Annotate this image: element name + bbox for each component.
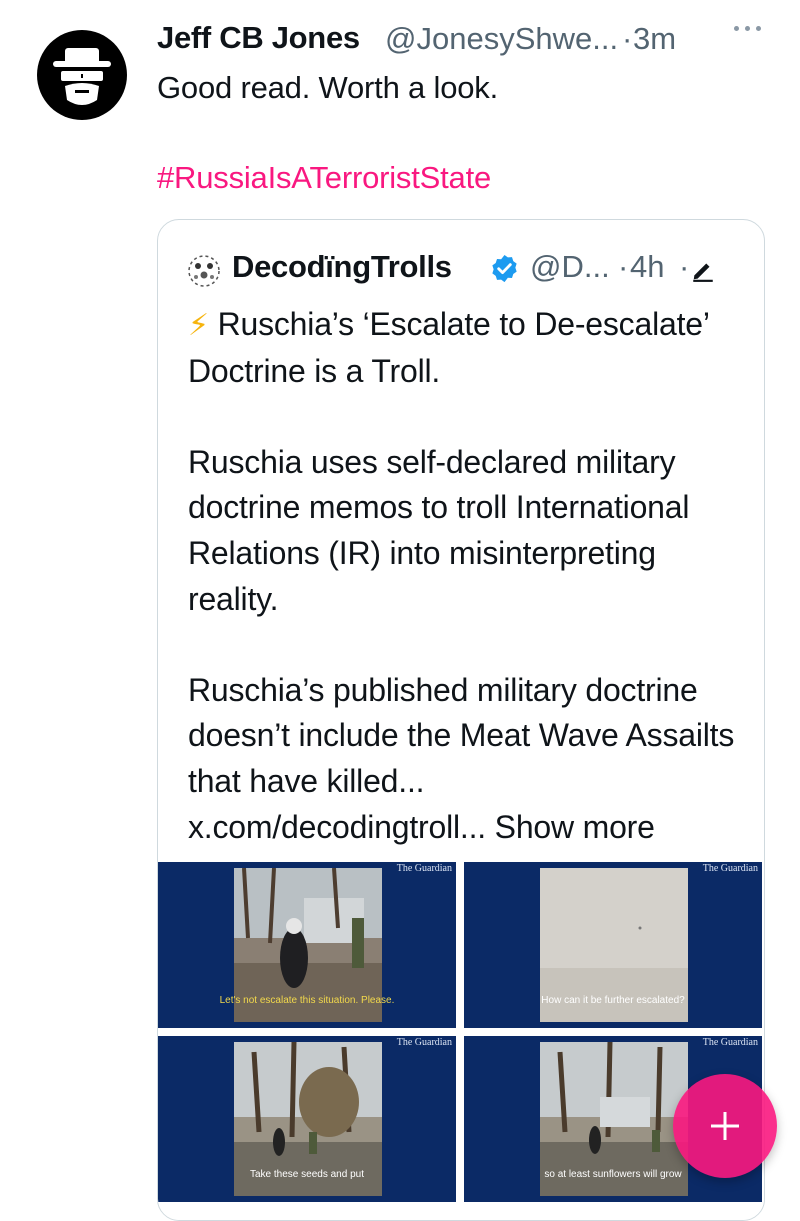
quoted-title: Ruschia’s ‘Escalate to De-escalate’ Doct… bbox=[188, 306, 709, 389]
tweet-text: Good read. Worth a look. bbox=[157, 70, 498, 105]
guardian-logo: The Guardian bbox=[396, 863, 452, 874]
guardian-logo: The Guardian bbox=[396, 1037, 452, 1048]
more-dots-icon[interactable] bbox=[734, 24, 762, 34]
quoted-author-handle[interactable]: @D... bbox=[530, 249, 610, 285]
video-caption: How can it be further escalated? bbox=[541, 995, 685, 1006]
hashtag-link[interactable]: #RussiaIsATerroristState bbox=[157, 160, 491, 196]
media-grid: The Guardian Let's not escalate this sit… bbox=[158, 862, 764, 1220]
bearded-man-hat-sunglasses-icon bbox=[53, 48, 111, 105]
guardian-logo: The Guardian bbox=[702, 1037, 758, 1048]
tweet-time[interactable]: 3m bbox=[633, 21, 676, 57]
video-thumbnail[interactable]: The Guardian Take these seeds and put bbox=[158, 1036, 456, 1202]
edit-pencil-icon[interactable] bbox=[690, 257, 716, 283]
quoted-tweet-card[interactable]: DecodïngTrolls @D... · 4h · ⚡ Ruschia’s … bbox=[157, 219, 765, 1221]
author-name[interactable]: Jeff CB Jones bbox=[157, 20, 360, 56]
quoted-paragraph: Ruschia uses self-declared military doct… bbox=[188, 443, 690, 617]
video-thumbnail[interactable]: The Guardian How can it be further escal… bbox=[464, 862, 762, 1028]
show-more-link[interactable]: Show more bbox=[495, 809, 655, 845]
compose-button[interactable] bbox=[673, 1074, 777, 1178]
video-caption: Take these seeds and put bbox=[250, 1169, 364, 1180]
guardian-logo: The Guardian bbox=[702, 863, 758, 874]
video-thumbnail[interactable]: The Guardian Let's not escalate this sit… bbox=[158, 862, 456, 1028]
video-caption: Let's not escalate this situation. Pleas… bbox=[219, 995, 395, 1006]
tweet-header: Jeff CB Jones @JonesyShwe... · 3m bbox=[157, 20, 777, 60]
author-avatar[interactable] bbox=[37, 30, 127, 120]
quoted-author-name[interactable]: DecodïngTrolls bbox=[232, 249, 452, 285]
decodingtrolls-logo-icon bbox=[188, 255, 220, 287]
lightning-icon: ⚡ bbox=[188, 309, 209, 342]
separator-dot: · bbox=[679, 249, 690, 284]
separator-dot: · bbox=[618, 249, 629, 284]
separator-dot: · bbox=[622, 21, 633, 56]
verified-badge-icon bbox=[492, 254, 517, 283]
quoted-paragraph: Ruschia’s published military doctrine do… bbox=[188, 671, 735, 799]
quoted-tweet-text: ⚡ Ruschia’s ‘Escalate to De-escalate’ Do… bbox=[188, 302, 748, 850]
quoted-link[interactable]: x.com/decodingtroll... bbox=[188, 809, 486, 845]
author-handle[interactable]: @JonesyShwe... bbox=[385, 21, 618, 57]
plus-icon bbox=[711, 1112, 739, 1140]
quoted-time[interactable]: 4h bbox=[630, 249, 664, 285]
